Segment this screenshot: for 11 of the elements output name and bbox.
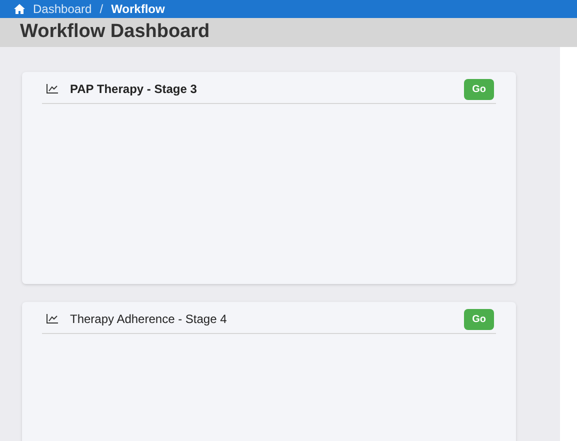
page-title: Workflow Dashboard xyxy=(20,20,210,44)
breadcrumb-link[interactable]: Dashboard xyxy=(33,0,92,18)
line-chart-icon xyxy=(46,314,58,324)
go-button[interactable]: Go xyxy=(464,78,494,100)
home-icon xyxy=(14,4,25,14)
breadcrumb-link[interactable]: / xyxy=(100,0,104,18)
card-title: PAP Therapy - Stage 3 xyxy=(70,81,198,98)
go-button[interactable]: Go xyxy=(464,308,494,330)
breadcrumb-current: Workflow xyxy=(111,1,165,18)
card-title: Therapy Adherence - Stage 4 xyxy=(70,311,228,328)
line-chart-icon xyxy=(46,84,58,94)
